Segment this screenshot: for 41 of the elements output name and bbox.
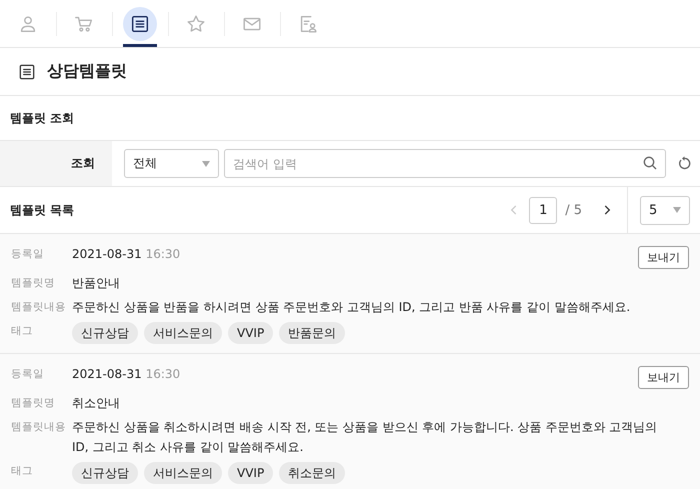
star-icon <box>185 12 207 34</box>
tag-chip: VVIP <box>228 462 274 484</box>
registration-date: 2021-08-31 <box>72 367 142 381</box>
search-label: 조회 <box>0 141 112 186</box>
template-name: 취소안내 <box>72 395 121 412</box>
tag-chip: 서비스문의 <box>144 322 222 344</box>
page-total: / 5 <box>565 202 582 218</box>
tag-chip: 반품문의 <box>279 322 346 344</box>
list-icon <box>17 62 37 82</box>
field-label: 등록일 <box>11 247 45 262</box>
field-label: 등록일 <box>11 367 45 382</box>
section-title: 템플릿 목록 <box>9 202 76 218</box>
section-title: 템플릿 조회 <box>9 110 76 126</box>
caret-icon <box>673 207 681 213</box>
page-field[interactable]: 1 <box>529 196 558 224</box>
caret-icon <box>202 160 210 166</box>
search-field[interactable]: 검색어 입력 <box>224 149 666 178</box>
category-dropdown[interactable]: 전체 <box>124 149 219 178</box>
tag-chip: 신규상담 <box>72 462 138 484</box>
template-content: 주문하신 상품을 반품을 하시려면 상품 주문번호와 고객님의 ID, 그리고 반품 사유를 같이 말씀해주세요. <box>72 299 632 316</box>
field-label: 템플릿내용 <box>11 300 67 315</box>
page-size-dropdown[interactable]: 5 <box>640 196 690 224</box>
registration-time: 16:30 <box>146 247 180 261</box>
field-label: 템플릿명 <box>11 276 56 291</box>
field-label: 템플릿내용 <box>11 420 67 435</box>
refresh-icon[interactable] <box>677 156 692 171</box>
field-label: 태그 <box>11 324 34 339</box>
send-button[interactable]: 보내기 <box>638 366 689 389</box>
search-icon <box>642 155 658 171</box>
send-button[interactable]: 보내기 <box>638 246 689 269</box>
template-content: 주문하신 상품을 취소하시려면 배송 시작 전, 또는 상품을 받으신 후에 가능합니다. 상품 주문번호와 고객님의 ID, 그리고 취소 사유를 같이 말씀해주세요. <box>72 419 658 456</box>
tag-chip: 취소문의 <box>279 462 346 484</box>
tag-chip: 서비스문의 <box>144 462 222 484</box>
registration-date: 2021-08-31 <box>72 247 142 261</box>
page-title: 상담템플릿 <box>47 61 127 82</box>
template-name: 반품안내 <box>72 275 121 292</box>
field-label: 템플릿명 <box>11 396 56 411</box>
tag-chip: 신규상담 <box>72 322 138 344</box>
tag-chip: VVIP <box>228 322 274 344</box>
registration-time: 16:30 <box>146 367 180 381</box>
field-label: 태그 <box>11 464 34 479</box>
